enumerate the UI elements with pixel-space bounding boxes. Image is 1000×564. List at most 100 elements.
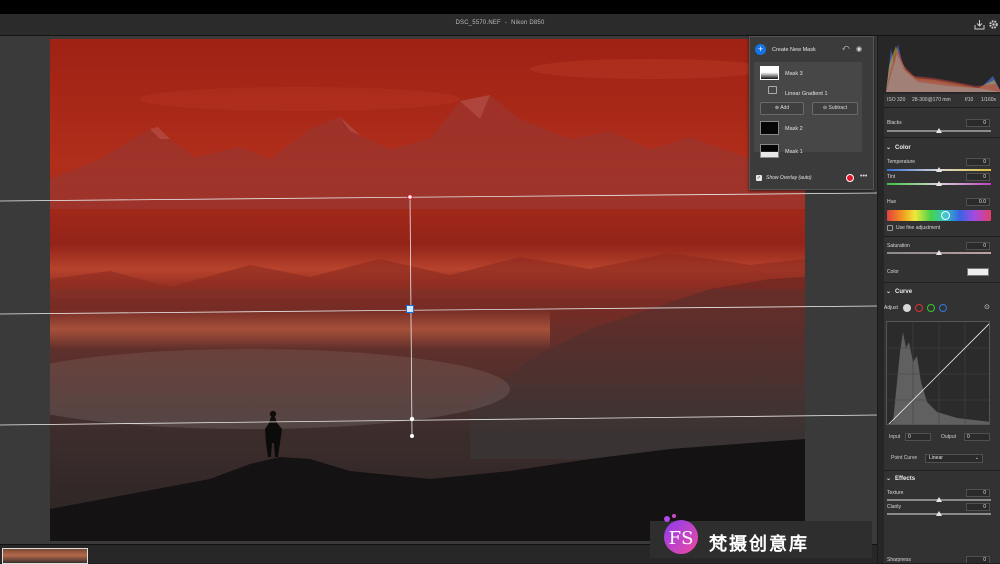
curve-graph[interactable] xyxy=(886,321,990,425)
color-label: Color xyxy=(887,269,899,275)
effects-section-title: Effects xyxy=(895,476,916,482)
slider-thumb[interactable] xyxy=(936,497,942,502)
filmstrip-thumbnail[interactable] xyxy=(2,548,88,564)
blacks-slider[interactable] xyxy=(887,128,991,133)
mask-item[interactable]: Mask 3 xyxy=(754,64,866,84)
lens-value: 28-300@170 mm xyxy=(912,97,951,103)
blacks-value[interactable]: 0 xyxy=(966,119,990,127)
slider-thumb[interactable] xyxy=(936,250,942,255)
fine-adjustment-label: Use fine adjustment xyxy=(896,225,941,231)
title-separator: - xyxy=(504,20,508,26)
linear-gradient-icon xyxy=(768,86,777,94)
show-overlay-label: Show Overlay (auto) xyxy=(766,175,812,181)
show-overlay-checkbox[interactable]: ✓ xyxy=(756,175,762,181)
save-icon[interactable] xyxy=(974,19,985,30)
more-options-button[interactable]: ••• xyxy=(860,173,867,180)
title-bar: DSC_5570.NEF - Nikon D850 xyxy=(0,14,1000,36)
subtract-button[interactable]: ⊖ Subtract xyxy=(812,102,858,115)
fine-adjustment-checkbox[interactable] xyxy=(887,225,893,231)
point-curve-select[interactable]: Linear ⌄ xyxy=(925,454,983,463)
mask-component-label: Linear Gradient 1 xyxy=(785,91,828,97)
chevron-down-icon: ⌄ xyxy=(886,145,892,151)
input-field[interactable]: 0 xyxy=(905,433,931,441)
create-mask-label: Create New Mask xyxy=(772,47,816,53)
show-overlay-row: ✓ Show Overlay (auto) ••• xyxy=(754,173,872,185)
divider xyxy=(884,107,1000,108)
divider xyxy=(884,470,1000,471)
mask-label: Mask 1 xyxy=(785,149,803,155)
add-label: Add xyxy=(780,105,790,111)
curve-channel-blue[interactable] xyxy=(939,304,947,312)
clarity-slider[interactable] xyxy=(887,511,991,516)
watermark-logo-text: FS xyxy=(669,528,694,549)
target-adjust-icon[interactable]: ⊙ xyxy=(984,303,990,311)
filename: DSC_5570.NEF xyxy=(455,20,501,26)
mask-thumbnail xyxy=(760,66,779,80)
histogram xyxy=(878,36,1000,94)
hue-label: Hue xyxy=(887,199,897,205)
point-curve-value: Linear xyxy=(929,455,943,461)
temperature-slider[interactable] xyxy=(887,167,991,172)
hue-slider[interactable] xyxy=(887,210,991,221)
screen-top-bar xyxy=(0,0,1000,14)
document-title: DSC_5570.NEF - Nikon D850 xyxy=(0,20,1000,26)
divider xyxy=(884,137,1000,138)
subtract-label: Subtract xyxy=(828,105,848,111)
slider-thumb[interactable] xyxy=(936,128,942,133)
mask-item[interactable]: Mask 1 xyxy=(754,142,866,162)
overlay-color-swatch[interactable] xyxy=(846,174,854,182)
input-label: Input xyxy=(889,434,901,440)
slider-thumb[interactable] xyxy=(936,167,942,172)
mask-thumbnail xyxy=(760,144,779,158)
watermark-logo: FS xyxy=(659,513,703,557)
eye-icon[interactable]: ◉ xyxy=(856,45,862,53)
adjust-label: Adjust xyxy=(884,305,898,311)
texture-slider[interactable] xyxy=(887,497,991,502)
saturation-value[interactable]: 0 xyxy=(966,242,990,250)
color-section-header[interactable]: ⌄ Color xyxy=(886,144,911,151)
mask-component-item[interactable]: Linear Gradient 1 xyxy=(754,84,866,104)
mask-item[interactable]: Mask 2 xyxy=(754,119,866,139)
divider xyxy=(884,282,1000,283)
tint-slider[interactable] xyxy=(887,181,991,186)
effects-section-header[interactable]: ⌄ Effects xyxy=(886,475,915,482)
divider xyxy=(884,236,1000,237)
image-canvas[interactable] xyxy=(0,36,877,544)
texture-label: Texture xyxy=(887,490,904,496)
sharpness-value[interactable]: 0 xyxy=(966,556,990,563)
hue-value[interactable]: 0.0 xyxy=(966,198,990,206)
sharpness-label: Sharpness xyxy=(887,557,911,563)
aperture-value: f/10 xyxy=(965,97,974,103)
tint-value[interactable]: 0 xyxy=(966,173,990,181)
shutter-value: 1/160s xyxy=(981,97,997,103)
watermark-text: 梵摄创意库 xyxy=(709,534,809,555)
temperature-label: Temperature xyxy=(887,159,916,165)
slider-thumb[interactable] xyxy=(936,181,942,186)
curve-channel-red[interactable] xyxy=(915,304,923,312)
color-swatch[interactable] xyxy=(967,268,989,276)
create-mask-button[interactable]: + xyxy=(755,44,766,55)
add-button[interactable]: ⊕ Add xyxy=(760,102,804,115)
tool-strip xyxy=(878,36,884,563)
curve-section-header[interactable]: ⌄ Curve xyxy=(886,288,912,295)
mask-thumbnail xyxy=(760,121,779,135)
temperature-value[interactable]: 0 xyxy=(966,158,990,166)
slider-thumb[interactable] xyxy=(936,511,942,516)
chevron-down-icon: ⌄ xyxy=(974,455,979,461)
mask-label: Mask 2 xyxy=(785,126,803,132)
undo-icon[interactable]: ⤺ xyxy=(842,45,849,53)
blacks-label: Blacks xyxy=(887,120,902,126)
right-panel: ISO 320 28-300@170 mm f/10 1/160s Blacks… xyxy=(877,36,1000,563)
output-field[interactable]: 0 xyxy=(964,433,990,441)
clarity-value[interactable]: 0 xyxy=(966,503,990,511)
output-label: Output xyxy=(941,434,957,440)
curve-channel-rgb[interactable] xyxy=(903,304,911,312)
saturation-slider[interactable] xyxy=(887,250,991,255)
clarity-label: Clarity xyxy=(887,504,902,510)
curve-section-title: Curve xyxy=(895,289,913,295)
gear-icon[interactable] xyxy=(988,19,999,30)
photo[interactable] xyxy=(50,39,805,541)
curve-channel-green[interactable] xyxy=(927,304,935,312)
texture-value[interactable]: 0 xyxy=(966,489,990,497)
hue-thumb[interactable] xyxy=(941,211,950,220)
